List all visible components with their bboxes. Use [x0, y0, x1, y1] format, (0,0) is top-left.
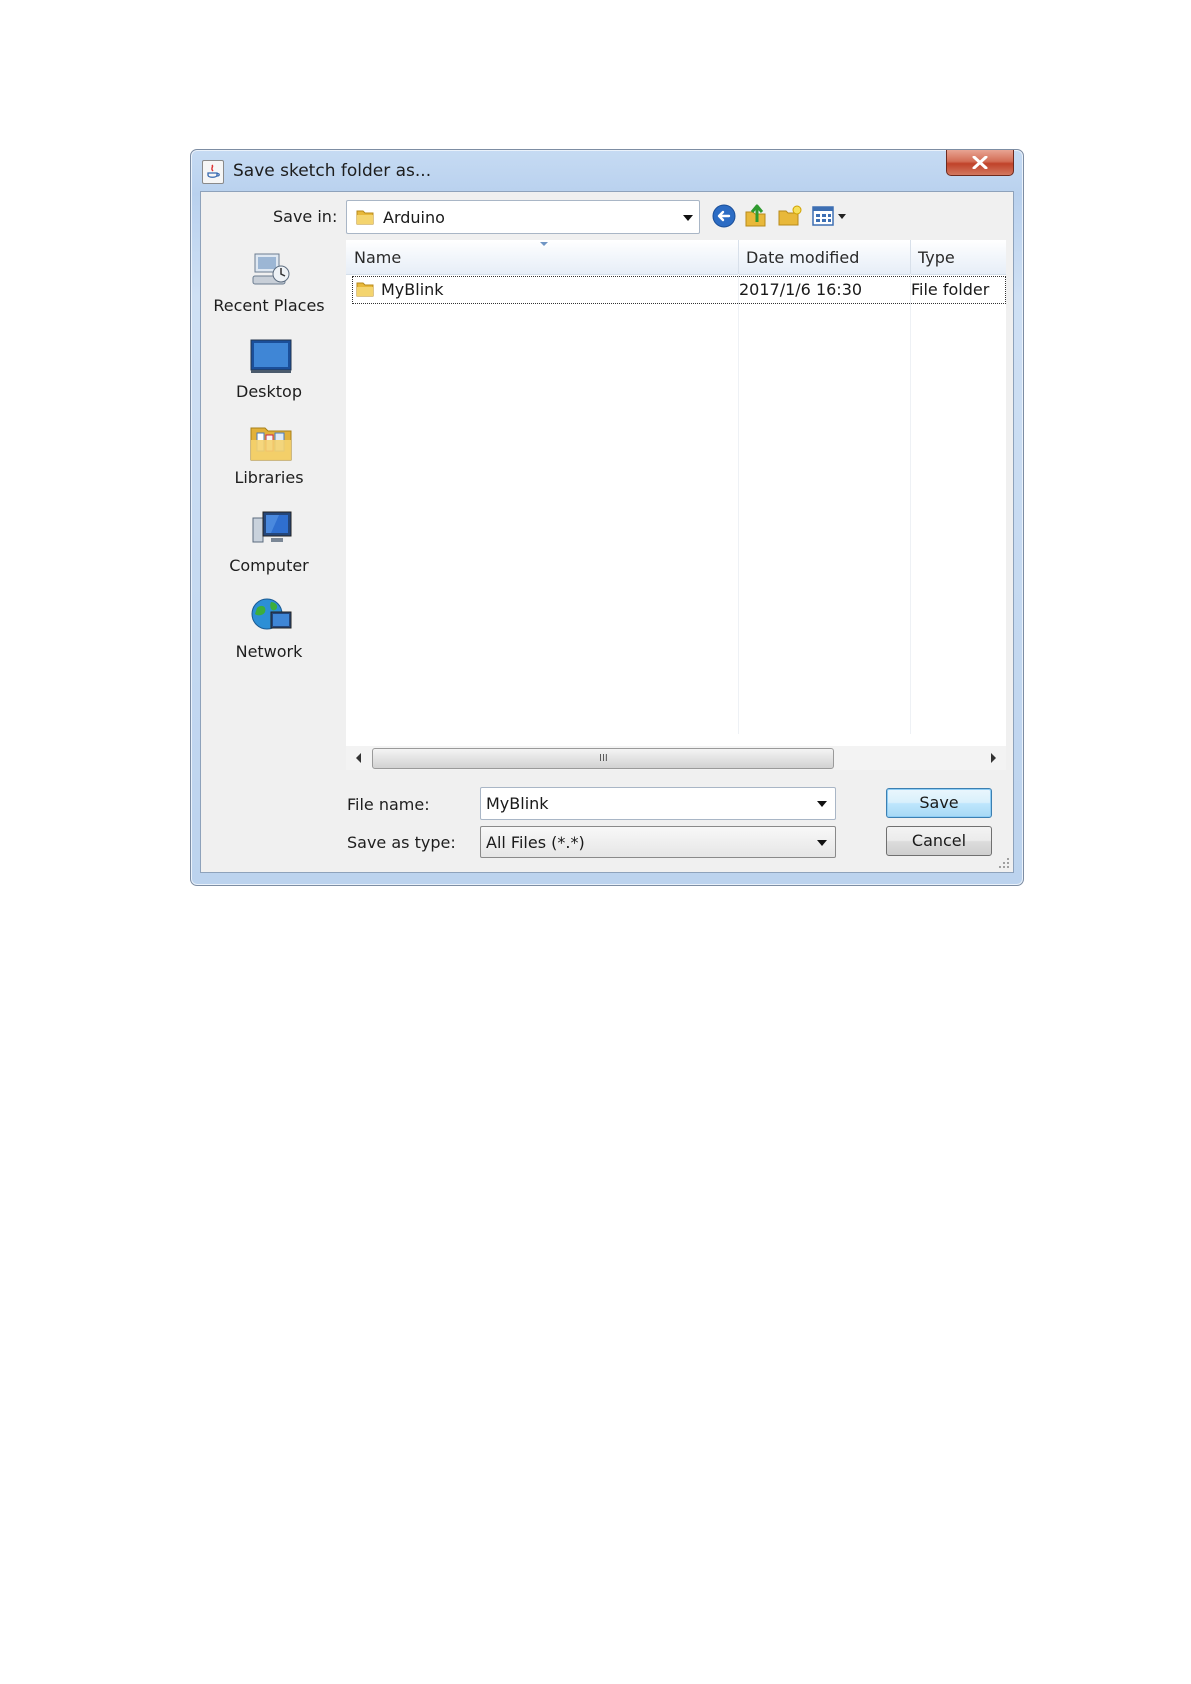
chevron-down-icon [683, 215, 693, 221]
column-divider[interactable] [910, 240, 911, 274]
place-computer[interactable]: Computer [205, 504, 333, 584]
network-icon [251, 598, 292, 630]
chevron-down-icon[interactable] [817, 801, 827, 807]
scrollbar-grip: III [599, 753, 608, 764]
place-label: Computer [229, 556, 309, 575]
place-recent-places[interactable]: Recent Places [205, 244, 333, 324]
column-guide [738, 274, 739, 734]
save-as-type-value: All Files (*.*) [486, 833, 585, 852]
sort-arrow-icon [540, 242, 548, 246]
column-header-name[interactable]: Name [354, 248, 401, 267]
scrollbar-thumb[interactable]: III [372, 748, 834, 769]
chevron-down-icon [817, 840, 827, 846]
file-date-cell: 2017/1/6 16:30 [739, 280, 863, 299]
scroll-left-icon[interactable] [356, 753, 361, 763]
scroll-right-icon[interactable] [991, 753, 996, 763]
place-label: Desktop [236, 382, 302, 401]
column-header-date[interactable]: Date modified [746, 248, 859, 267]
view-menu-icon[interactable] [811, 203, 849, 229]
save-in-label: Save in: [273, 207, 338, 226]
save-as-type-dropdown[interactable]: All Files (*.*) [480, 826, 836, 858]
libraries-icon [250, 427, 292, 461]
save-in-value: Arduino [383, 208, 445, 227]
place-network[interactable]: Network [205, 590, 333, 670]
file-name-label: File name: [347, 795, 430, 814]
close-icon [972, 156, 988, 169]
back-icon[interactable] [711, 203, 737, 229]
place-label: Network [235, 642, 303, 661]
save-as-type-label: Save as type: [347, 833, 456, 852]
computer-icon [252, 511, 292, 543]
save-in-dropdown[interactable]: Arduino [346, 200, 700, 234]
file-name-value: MyBlink [486, 794, 549, 813]
cancel-button[interactable]: Cancel [886, 826, 992, 856]
up-folder-icon[interactable] [743, 202, 769, 228]
java-app-icon [202, 160, 224, 184]
title-bar[interactable]: Save sketch folder as... [191, 150, 1023, 192]
file-list[interactable]: Name Date modified Type MyBlink 2017/1/6… [346, 240, 1006, 746]
desktop-icon [250, 339, 292, 373]
place-label: Recent Places [213, 296, 325, 315]
new-folder-icon[interactable] [777, 203, 803, 229]
file-name-input[interactable]: MyBlink [480, 787, 836, 820]
file-type-cell: File folder [911, 280, 990, 299]
save-dialog: Save sketch folder as... Save in: Arduin… [190, 149, 1024, 886]
places-bar: Recent Places Desktop Libraries Computer… [205, 240, 333, 860]
place-label: Libraries [234, 468, 304, 487]
file-row[interactable]: MyBlink 2017/1/6 16:30 File folder [352, 276, 1006, 304]
dialog-title: Save sketch folder as... [233, 161, 432, 181]
file-list-header: Name Date modified Type [346, 240, 1006, 275]
folder-icon [356, 282, 374, 297]
horizontal-scrollbar[interactable]: III [346, 746, 1006, 770]
place-desktop[interactable]: Desktop [205, 330, 333, 410]
column-divider[interactable] [738, 240, 739, 274]
place-libraries[interactable]: Libraries [205, 416, 333, 496]
dialog-body: Save in: Arduino Recent Places Desktop L… [200, 191, 1014, 873]
close-button[interactable] [946, 150, 1014, 176]
file-name-cell: MyBlink [381, 280, 444, 299]
recent-places-icon [252, 253, 290, 285]
folder-icon [356, 210, 374, 225]
resize-grip-icon[interactable] [998, 857, 1010, 869]
column-guide [910, 274, 911, 734]
save-button[interactable]: Save [886, 788, 992, 818]
column-header-type[interactable]: Type [918, 248, 955, 267]
